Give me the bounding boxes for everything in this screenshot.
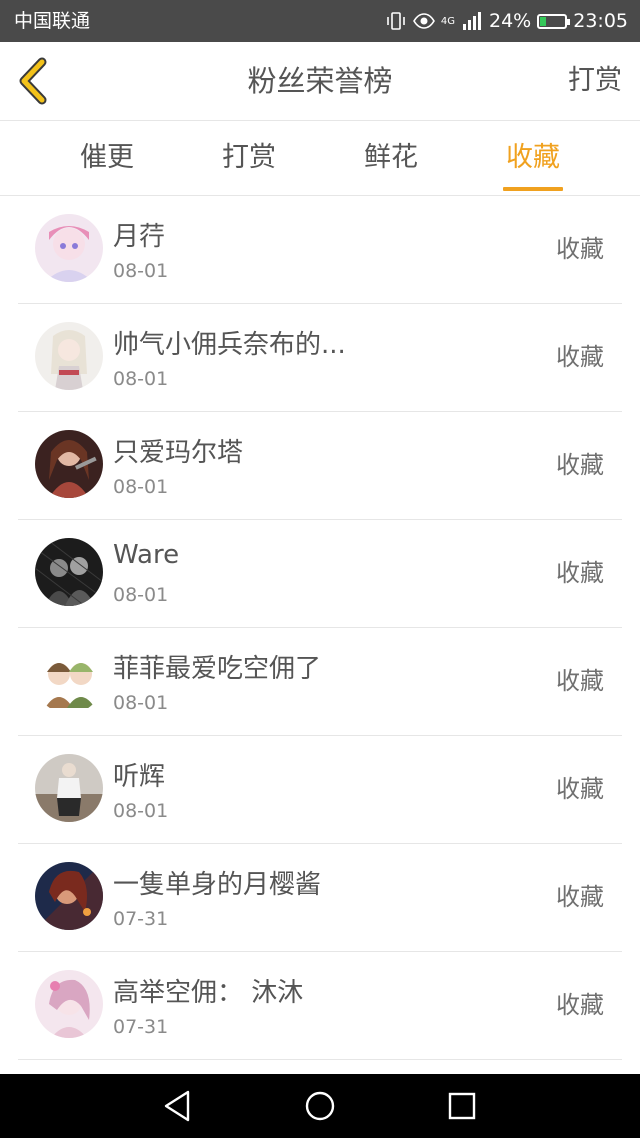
- fan-action-label: 收藏: [556, 775, 604, 803]
- list-item[interactable]: 一隻单身的月樱酱 07-31 收藏: [18, 844, 622, 952]
- tab-bar: 催更 打赏 鲜花 收藏: [0, 121, 640, 196]
- nav-recent-button[interactable]: [432, 1074, 492, 1138]
- fan-action-label: 收藏: [556, 991, 604, 1019]
- fan-name: 一隻单身的月樱酱: [113, 870, 322, 900]
- tab-reward[interactable]: 打赏: [178, 121, 320, 195]
- circle-home-icon: [305, 1091, 335, 1121]
- tab-favorites-label: 收藏: [506, 142, 560, 173]
- avatar[interactable]: [35, 430, 103, 498]
- fan-date: 08-01: [113, 368, 169, 390]
- reward-button[interactable]: 打赏: [568, 42, 622, 120]
- triangle-back-icon: [164, 1090, 190, 1122]
- fan-date: 08-01: [113, 692, 169, 714]
- page-title: 粉丝荣誉榜: [247, 64, 393, 98]
- avatar[interactable]: [35, 970, 103, 1038]
- list-item[interactable]: 听辉 08-01 收藏: [18, 736, 622, 844]
- fan-action-label: 收藏: [556, 667, 604, 695]
- fan-name: Ware: [113, 540, 180, 570]
- fan-date: 08-01: [113, 260, 169, 282]
- tab-favorites[interactable]: 收藏: [462, 121, 604, 195]
- avatar[interactable]: [35, 538, 103, 606]
- list-item[interactable]: 菲菲最爱吃空佣了 08-01 收藏: [18, 628, 622, 736]
- fan-name: 高举空佣： 沐沐: [113, 978, 304, 1008]
- carrier-label: 中国联通: [14, 10, 91, 32]
- network-type: 4G: [440, 15, 455, 27]
- fan-date: 08-01: [113, 800, 169, 822]
- system-nav-bar: [0, 1074, 640, 1138]
- list-item[interactable]: 高举空佣： 沐沐 07-31 收藏: [18, 952, 622, 1060]
- battery-percent: 24%: [489, 10, 532, 32]
- battery-icon: [537, 13, 571, 29]
- fan-name: 只爱玛尔塔: [113, 438, 244, 468]
- signal-icon: [463, 12, 481, 30]
- eye-comfort-icon: [412, 13, 435, 29]
- list-item[interactable]: 月荇 08-01 收藏: [18, 196, 622, 304]
- clock: 23:05: [573, 10, 628, 32]
- app-header: 粉丝荣誉榜 打赏: [0, 42, 640, 121]
- fan-date: 07-31: [113, 908, 169, 930]
- fan-date: 08-01: [113, 476, 169, 498]
- fan-date: 08-01: [113, 584, 169, 606]
- nav-back-button[interactable]: [148, 1074, 208, 1138]
- active-tab-indicator: [503, 187, 563, 191]
- list-item[interactable]: 帅气小佣兵奈布的... 08-01 收藏: [18, 304, 622, 412]
- avatar[interactable]: [35, 862, 103, 930]
- list-item[interactable]: Ware 08-01 收藏: [18, 520, 622, 628]
- nav-home-button[interactable]: [290, 1074, 350, 1138]
- fan-action-label: 收藏: [556, 235, 604, 263]
- fan-name: 听辉: [113, 762, 166, 792]
- avatar[interactable]: [35, 322, 103, 390]
- fan-name: 月荇: [113, 222, 166, 252]
- fan-action-label: 收藏: [556, 343, 604, 371]
- tab-urge[interactable]: 催更: [36, 121, 178, 195]
- fan-date: 07-31: [113, 1016, 169, 1038]
- tab-flowers[interactable]: 鲜花: [320, 121, 462, 195]
- avatar[interactable]: [35, 646, 103, 714]
- square-recent-icon: [448, 1092, 476, 1120]
- fan-list: 月荇 08-01 收藏 帅气小佣兵奈布的... 08-01 收藏 只爱玛尔塔 0…: [0, 196, 640, 1060]
- fan-action-label: 收藏: [556, 451, 604, 479]
- avatar[interactable]: [35, 754, 103, 822]
- avatar[interactable]: [35, 214, 103, 282]
- fan-action-label: 收藏: [556, 559, 604, 587]
- fan-name: 帅气小佣兵奈布的...: [113, 330, 346, 360]
- status-icons: 4G 24% 23:05: [385, 0, 628, 42]
- list-item[interactable]: 只爱玛尔塔 08-01 收藏: [18, 412, 622, 520]
- vibrate-icon: [387, 12, 405, 30]
- fan-name: 菲菲最爱吃空佣了: [113, 654, 322, 684]
- fan-action-label: 收藏: [556, 883, 604, 911]
- status-bar: 中国联通 4G 24% 23:05: [0, 0, 640, 42]
